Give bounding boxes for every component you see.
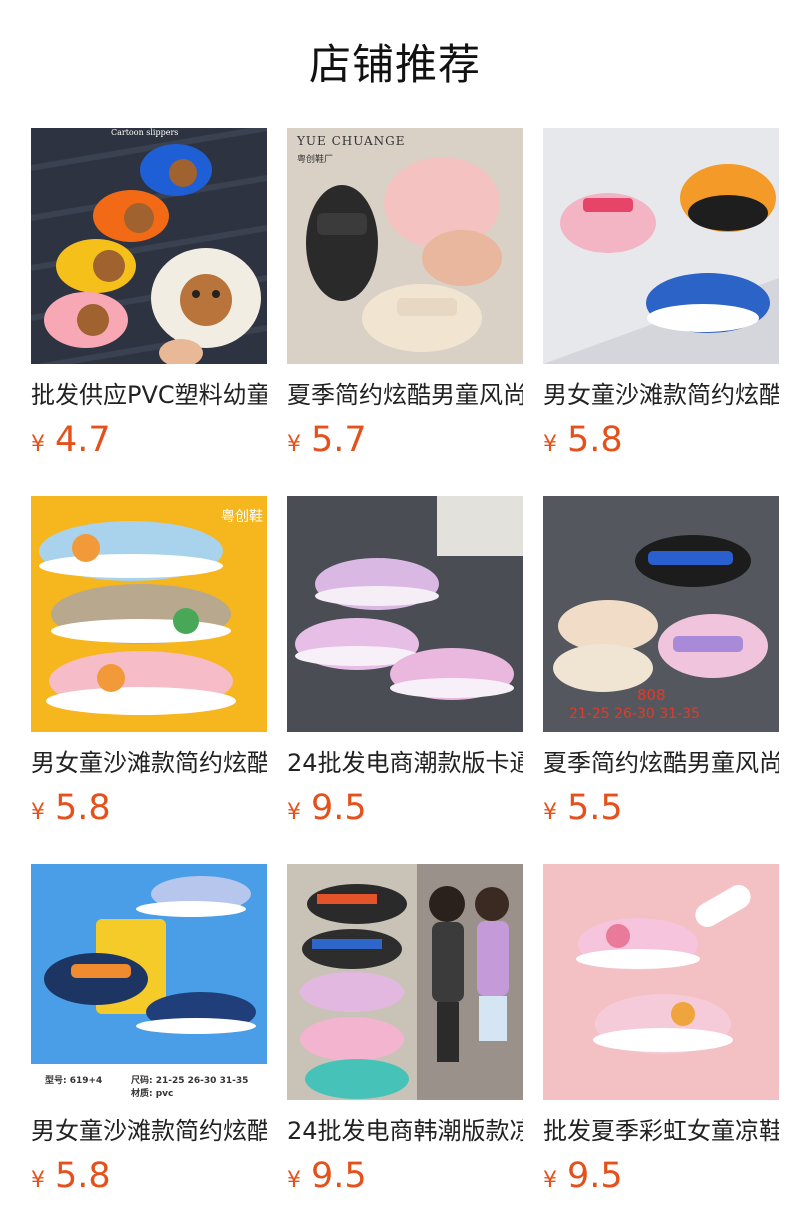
image-subcaption: 尺码: 21-25 26-30 31-35: [131, 1076, 249, 1086]
product-name[interactable]: 夏季简约炫酷男童风尚凉鞋: [543, 746, 779, 780]
product-image[interactable]: 808 21-25 26-30 31-35: [543, 496, 779, 732]
currency-symbol: ¥: [543, 1168, 557, 1193]
image-caption: YUE CHUANGE: [297, 134, 406, 148]
product-card[interactable]: 808 21-25 26-30 31-35 夏季简约炫酷男童风尚凉鞋 ¥5.5: [543, 496, 779, 864]
product-card[interactable]: 批发夏季彩虹女童凉鞋 ¥9.5: [543, 864, 779, 1232]
product-image[interactable]: [287, 496, 523, 732]
currency-symbol: ¥: [31, 432, 45, 457]
product-card[interactable]: 粤创鞋 男女童沙滩款简约炫酷凉鞋 ¥5.8: [31, 496, 267, 864]
price-value: 5.5: [567, 788, 623, 828]
product-name[interactable]: 批发夏季彩虹女童凉鞋: [543, 1114, 779, 1148]
price-value: 9.5: [311, 788, 367, 828]
product-image[interactable]: [287, 864, 523, 1100]
product-name[interactable]: 夏季简约炫酷男童风尚凉鞋: [287, 378, 523, 412]
price-value: 5.8: [567, 420, 623, 460]
image-caption: 808: [637, 686, 666, 704]
currency-symbol: ¥: [31, 800, 45, 825]
product-price: ¥5.7: [287, 418, 523, 462]
product-image[interactable]: 型号: 619+4 尺码: 21-25 26-30 31-35 材质: pvc: [31, 864, 267, 1100]
product-name[interactable]: 24批发电商潮款版卡通凉鞋: [287, 746, 523, 780]
currency-symbol: ¥: [287, 1168, 301, 1193]
product-price: ¥9.5: [287, 1154, 523, 1198]
product-price: ¥5.8: [31, 1154, 267, 1198]
product-price: ¥5.5: [543, 786, 779, 830]
price-value: 9.5: [567, 1156, 623, 1196]
product-card[interactable]: 24批发电商潮款版卡通凉鞋 ¥9.5: [287, 496, 523, 864]
price-value: 5.8: [55, 1156, 111, 1196]
image-caption: Cartoon slippers: [111, 128, 179, 137]
product-price: ¥9.5: [287, 786, 523, 830]
currency-symbol: ¥: [543, 432, 557, 457]
price-value: 9.5: [311, 1156, 367, 1196]
currency-symbol: ¥: [287, 432, 301, 457]
product-grid: Cartoon slippers 批发供应PVC塑料幼童洞洞鞋 ¥4.7 YUE…: [31, 128, 790, 1232]
image-caption: 粤创鞋: [221, 509, 263, 525]
product-image[interactable]: [543, 864, 779, 1100]
product-card[interactable]: 男女童沙滩款简约炫酷凉鞋 ¥5.8: [543, 128, 779, 496]
product-card[interactable]: 型号: 619+4 尺码: 21-25 26-30 31-35 材质: pvc …: [31, 864, 267, 1232]
product-price: ¥4.7: [31, 418, 267, 462]
image-subcaption-2: 材质: pvc: [131, 1089, 174, 1099]
image-subcaption: 粤创鞋厂: [297, 155, 334, 165]
product-name[interactable]: 批发供应PVC塑料幼童洞洞鞋: [31, 378, 267, 412]
product-name[interactable]: 24批发电商韩潮版款凉鞋: [287, 1114, 523, 1148]
price-value: 4.7: [55, 420, 111, 460]
shop-recommend-page: 店铺推荐 Cartoon slippers 批发供应PVC塑料幼童 ¥ 4.7 …: [0, 0, 790, 1232]
product-card[interactable]: 24批发电商韩潮版款凉鞋 ¥9.5: [287, 864, 523, 1232]
currency-symbol: ¥: [31, 1168, 45, 1193]
currency-symbol: ¥: [287, 800, 301, 825]
product-image[interactable]: [543, 128, 779, 364]
product-price: ¥9.5: [543, 1154, 779, 1198]
product-card[interactable]: Cartoon slippers 批发供应PVC塑料幼童洞洞鞋 ¥4.7: [31, 128, 267, 496]
product-name[interactable]: 男女童沙滩款简约炫酷凉鞋: [31, 1114, 267, 1148]
product-image[interactable]: 粤创鞋: [31, 496, 267, 732]
product-image[interactable]: YUE CHUANGE 粤创鞋厂: [287, 128, 523, 364]
product-name[interactable]: 男女童沙滩款简约炫酷凉鞋: [543, 378, 779, 412]
product-card[interactable]: YUE CHUANGE 粤创鞋厂 夏季简约炫酷男童风尚凉鞋 ¥5.7: [287, 128, 523, 496]
product-image[interactable]: Cartoon slippers: [31, 128, 267, 364]
section-title: 店铺推荐: [308, 40, 481, 89]
image-subcaption: 21-25 26-30 31-35: [569, 706, 700, 722]
image-caption: 型号: 619+4: [45, 1076, 103, 1086]
product-price: ¥5.8: [31, 786, 267, 830]
product-name[interactable]: 男女童沙滩款简约炫酷凉鞋: [31, 746, 267, 780]
currency-symbol: ¥: [543, 800, 557, 825]
product-price: ¥5.8: [543, 418, 779, 462]
price-value: 5.8: [55, 788, 111, 828]
price-value: 5.7: [311, 420, 367, 460]
